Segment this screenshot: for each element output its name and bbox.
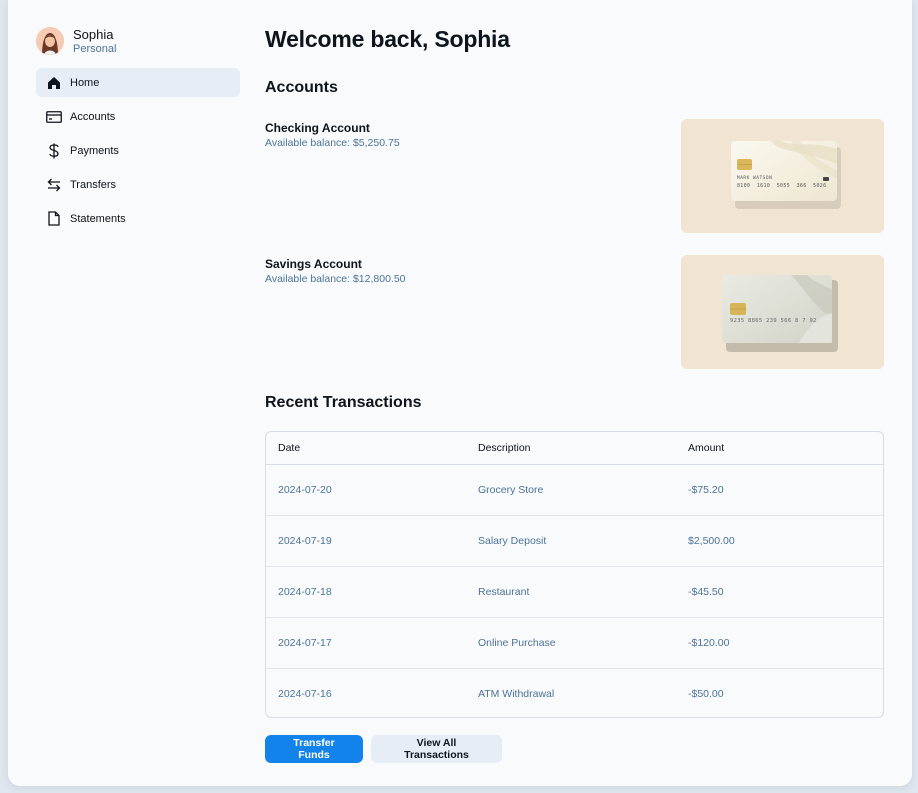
account-name: Checking Account <box>265 121 370 135</box>
account-checking[interactable]: Checking Account Available balance: $5,2… <box>265 119 884 233</box>
column-header-date: Date <box>266 432 466 465</box>
credit-card-icon <box>46 109 62 125</box>
card-number-text: 8100 1610 5055 366 5026 <box>737 183 827 189</box>
sidebar-item-label: Accounts <box>70 110 116 123</box>
table-header-row: Date Description Amount <box>266 432 883 465</box>
account-balance: Available balance: $5,250.75 <box>265 137 400 149</box>
transaction-amount: $2,500.00 <box>676 515 883 567</box>
transaction-amount: -$120.00 <box>676 617 883 669</box>
transaction-amount: -$45.50 <box>676 566 883 618</box>
transactions-table: Date Description Amount 2024-07-20 Groce… <box>265 431 884 718</box>
app-window: Sophia Personal Home Accounts Payments T… <box>8 0 912 786</box>
avatar <box>36 27 64 55</box>
transaction-date: 2024-07-16 <box>278 687 332 700</box>
user-profile[interactable]: Sophia Personal <box>36 22 240 60</box>
table-row[interactable]: 2024-07-19 Salary Deposit $2,500.00 <box>266 515 883 567</box>
sidebar-item-transfers[interactable]: Transfers <box>36 170 240 199</box>
transaction-date: 2024-07-20 <box>266 464 466 516</box>
table-row[interactable]: 2024-07-16 ATM Withdrawal -$50.00 <box>266 668 883 717</box>
column-header-description: Description <box>466 432 676 465</box>
sidebar-item-label: Home <box>70 76 100 89</box>
transaction-description: Grocery Store <box>466 464 676 516</box>
transaction-description: Online Purchase <box>466 617 676 669</box>
profile-type: Personal <box>73 42 117 55</box>
transaction-amount: -$50.00 <box>688 687 724 700</box>
sidebar-nav: Home Accounts Payments Transfers Stateme… <box>36 68 240 233</box>
transaction-description: ATM Withdrawal <box>478 687 555 700</box>
file-icon <box>46 211 62 227</box>
transaction-amount: -$75.20 <box>676 464 883 516</box>
card-holder-text: MARK WATSON <box>737 176 773 181</box>
savings-card-image: 9235 8865 239 566 8 7 92 <box>681 255 884 369</box>
sidebar-item-statements[interactable]: Statements <box>36 204 240 233</box>
page-title: Welcome back, Sophia <box>265 26 510 52</box>
transaction-description: Restaurant <box>466 566 676 618</box>
transfer-funds-button[interactable]: Transfer Funds <box>265 735 363 763</box>
sidebar-item-payments[interactable]: Payments <box>36 136 240 165</box>
profile-name: Sophia <box>73 26 114 42</box>
transaction-date: 2024-07-18 <box>266 566 466 618</box>
account-balance: Available balance: $12,800.50 <box>265 273 406 285</box>
view-all-transactions-button[interactable]: View All Transactions <box>371 735 502 763</box>
transactions-heading: Recent Transactions <box>265 394 422 411</box>
sidebar-item-label: Transfers <box>70 178 117 191</box>
sidebar-item-home[interactable]: Home <box>36 68 240 97</box>
arrows-left-right-icon <box>46 177 62 193</box>
home-icon <box>46 75 62 91</box>
table-row[interactable]: 2024-07-17 Online Purchase -$120.00 <box>266 617 883 669</box>
sidebar-item-label: Payments <box>70 144 119 157</box>
dollar-icon <box>46 143 62 159</box>
transaction-date: 2024-07-19 <box>266 515 466 567</box>
transaction-date: 2024-07-17 <box>266 617 466 669</box>
sidebar-item-label: Statements <box>70 212 126 225</box>
account-name: Savings Account <box>265 257 362 271</box>
column-header-amount: Amount <box>676 432 883 465</box>
sidebar: Sophia Personal Home Accounts Payments T… <box>36 22 240 238</box>
checking-card-image: MARK WATSON 8100 1610 5055 366 5026 <box>681 119 884 233</box>
accounts-heading: Accounts <box>265 79 338 96</box>
table-row[interactable]: 2024-07-20 Grocery Store -$75.20 <box>266 464 883 516</box>
table-row[interactable]: 2024-07-18 Restaurant -$45.50 <box>266 566 883 618</box>
card-number-text: 9235 8865 239 566 8 7 92 <box>730 318 817 324</box>
sidebar-item-accounts[interactable]: Accounts <box>36 102 240 131</box>
account-savings[interactable]: Savings Account Available balance: $12,8… <box>265 255 884 369</box>
transaction-description: Salary Deposit <box>466 515 676 567</box>
